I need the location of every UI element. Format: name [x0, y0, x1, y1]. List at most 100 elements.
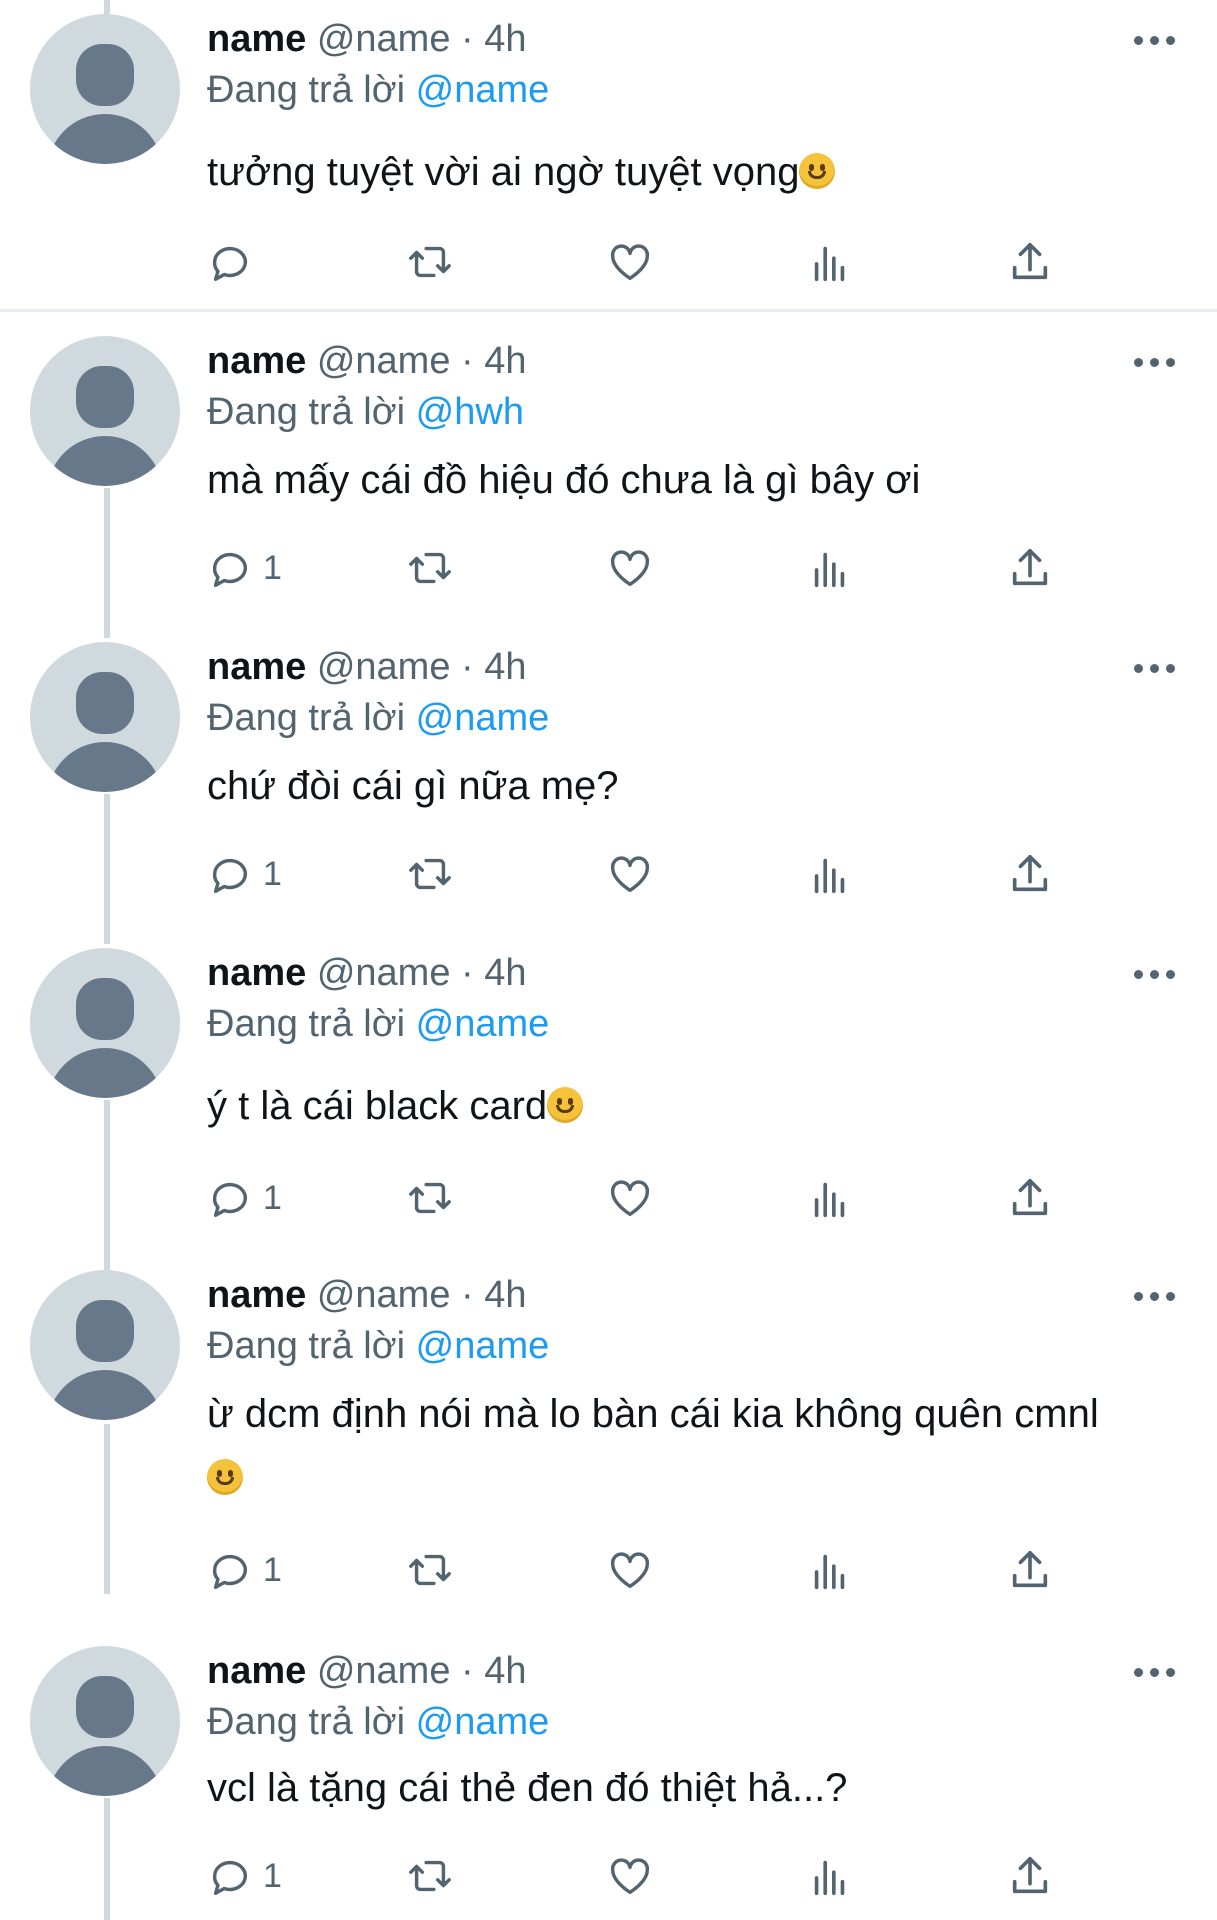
- like-button[interactable]: [607, 543, 653, 593]
- share-button[interactable]: [1007, 237, 1053, 287]
- tweet-actions: 1: [207, 543, 1077, 593]
- retweet-button[interactable]: [407, 237, 453, 287]
- share-icon: [1012, 1550, 1048, 1588]
- mention-link[interactable]: @name: [416, 1701, 550, 1743]
- replying-to-label: Đang trả lời: [207, 697, 406, 739]
- share-button[interactable]: [1007, 1173, 1053, 1223]
- reply-button[interactable]: 1: [207, 849, 282, 899]
- display-name[interactable]: name: [207, 340, 306, 382]
- like-button[interactable]: [607, 1851, 653, 1901]
- reply-count: 1: [263, 548, 282, 587]
- mention-link[interactable]: @name: [416, 697, 550, 739]
- retweet-button[interactable]: [407, 543, 453, 593]
- avatar[interactable]: [30, 336, 180, 486]
- views-button[interactable]: [807, 237, 853, 287]
- mention-link[interactable]: @name: [416, 1003, 550, 1045]
- replying-to-label: Đang trả lời: [207, 391, 406, 433]
- user-handle[interactable]: @name: [317, 1650, 451, 1692]
- user-handle[interactable]: @name: [317, 18, 451, 60]
- more-icon[interactable]: [1134, 1290, 1176, 1302]
- retweet-button[interactable]: [407, 849, 453, 899]
- more-icon[interactable]: [1134, 662, 1176, 674]
- analytics-icon: [814, 1182, 845, 1218]
- timestamp[interactable]: 4h: [484, 18, 526, 60]
- avatar[interactable]: [30, 14, 180, 164]
- user-handle[interactable]: @name: [317, 952, 451, 994]
- retweet-icon: [409, 1182, 451, 1214]
- like-button[interactable]: [607, 849, 653, 899]
- like-button[interactable]: [607, 1545, 653, 1595]
- retweet-button[interactable]: [407, 1173, 453, 1223]
- share-button[interactable]: [1007, 849, 1053, 899]
- reply-count: 1: [263, 1550, 282, 1589]
- avatar[interactable]: [30, 1270, 180, 1420]
- more-icon[interactable]: [1134, 356, 1176, 368]
- reply-button[interactable]: [207, 237, 263, 287]
- display-name[interactable]: name: [207, 952, 306, 994]
- timestamp[interactable]: 4h: [484, 1274, 526, 1316]
- analytics-icon: [814, 1860, 845, 1896]
- views-button[interactable]: [807, 1851, 853, 1901]
- display-name[interactable]: name: [207, 18, 306, 60]
- tweet-text: ý t là cái black card: [207, 1074, 1187, 1138]
- reply-icon: [212, 1182, 248, 1217]
- user-handle[interactable]: @name: [317, 340, 451, 382]
- like-button[interactable]: [607, 237, 653, 287]
- heart-icon: [610, 1552, 650, 1589]
- reply-icon: [212, 1554, 248, 1589]
- separator-dot: ·: [461, 18, 474, 60]
- more-icon[interactable]: [1134, 968, 1176, 980]
- tweet[interactable]: name @name · 4h Đang trả lời @name vcl l…: [0, 1622, 1217, 1920]
- timestamp[interactable]: 4h: [484, 952, 526, 994]
- replying-to: Đang trả lời @name: [207, 1699, 549, 1745]
- tweet-text: ừ dcm định nói mà lo bàn cái kia không q…: [207, 1382, 1187, 1510]
- tweet-text-content: ừ dcm định nói mà lo bàn cái kia không q…: [207, 1392, 1099, 1436]
- avatar[interactable]: [30, 642, 180, 792]
- views-button[interactable]: [807, 543, 853, 593]
- slightly-smiling-face-emoji: [547, 1087, 584, 1123]
- tweet[interactable]: name @name · 4h Đang trả lời @name ý t l…: [0, 924, 1217, 1248]
- avatar[interactable]: [30, 1646, 180, 1796]
- display-name[interactable]: name: [207, 1274, 306, 1316]
- user-handle[interactable]: @name: [317, 646, 451, 688]
- tweet-actions: 1: [207, 1545, 1077, 1595]
- tweet-text-content: mà mấy cái đồ hiệu đó chưa là gì bây ơi: [207, 458, 921, 502]
- mention-link[interactable]: @name: [416, 69, 550, 111]
- replying-to-label: Đang trả lời: [207, 69, 406, 111]
- tweet[interactable]: name @name · 4h Đang trả lời @name tưởng…: [0, 0, 1217, 309]
- timestamp[interactable]: 4h: [484, 340, 526, 382]
- separator-dot: ·: [461, 340, 474, 382]
- timestamp[interactable]: 4h: [484, 1650, 526, 1692]
- user-handle[interactable]: @name: [317, 1274, 451, 1316]
- retweet-button[interactable]: [407, 1545, 453, 1595]
- share-button[interactable]: [1007, 1851, 1053, 1901]
- mention-link[interactable]: @name: [416, 1325, 550, 1367]
- tweet-text-content: tưởng tuyệt vời ai ngờ tuyệt vọng: [207, 150, 800, 194]
- tweet[interactable]: name @name · 4h Đang trả lời @name ừ dcm…: [0, 1248, 1217, 1622]
- avatar[interactable]: [30, 948, 180, 1098]
- share-button[interactable]: [1007, 1545, 1053, 1595]
- display-name[interactable]: name: [207, 1650, 306, 1692]
- more-icon[interactable]: [1134, 1666, 1176, 1678]
- views-button[interactable]: [807, 1173, 853, 1223]
- more-icon[interactable]: [1134, 34, 1176, 46]
- reply-button[interactable]: 1: [207, 1545, 282, 1595]
- share-icon: [1012, 1178, 1048, 1216]
- heart-icon: [610, 1180, 650, 1217]
- separator-dot: ·: [461, 1274, 474, 1316]
- views-button[interactable]: [807, 1545, 853, 1595]
- like-button[interactable]: [607, 1173, 653, 1223]
- share-button[interactable]: [1007, 543, 1053, 593]
- reply-button[interactable]: 1: [207, 543, 282, 593]
- tweet[interactable]: name @name · 4h Đang trả lời @hwh mà mấy…: [0, 312, 1217, 618]
- reply-button[interactable]: 1: [207, 1173, 282, 1223]
- reply-count: 1: [263, 1856, 282, 1895]
- tweet[interactable]: name @name · 4h Đang trả lời @name chứ đ…: [0, 618, 1217, 924]
- reply-count: 1: [263, 1178, 282, 1217]
- views-button[interactable]: [807, 849, 853, 899]
- display-name[interactable]: name: [207, 646, 306, 688]
- reply-button[interactable]: 1: [207, 1851, 282, 1901]
- mention-link[interactable]: @hwh: [416, 391, 524, 433]
- retweet-button[interactable]: [407, 1851, 453, 1901]
- timestamp[interactable]: 4h: [484, 646, 526, 688]
